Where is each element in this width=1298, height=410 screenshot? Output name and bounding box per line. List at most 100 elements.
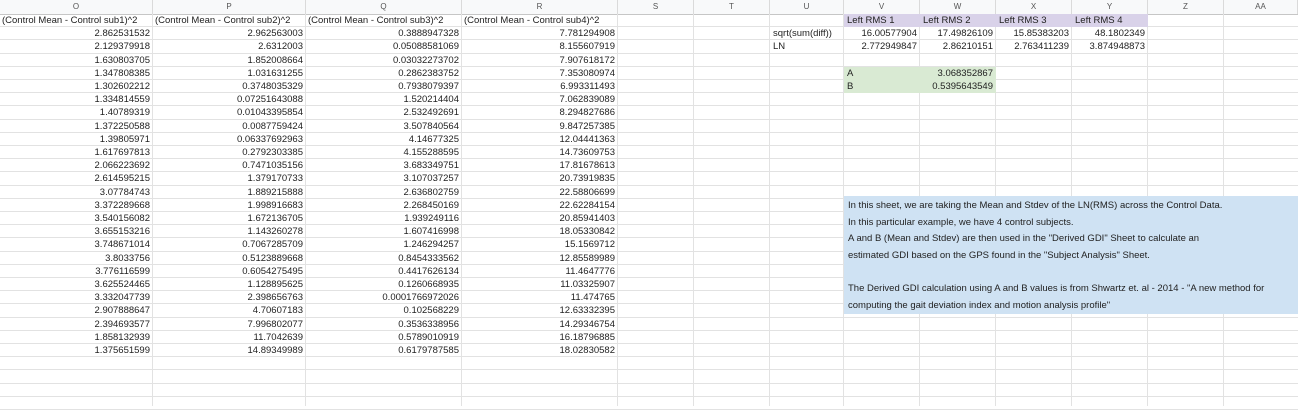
table-cell[interactable]: 3.776116599	[0, 265, 153, 278]
table-cell[interactable]: 2.862531532	[0, 27, 153, 40]
column-header-aa[interactable]: AA	[1224, 0, 1298, 14]
rms-row-label[interactable]: LN	[770, 40, 844, 53]
table-cell[interactable]: 0.7067285709	[153, 238, 306, 251]
table-cell[interactable]: 2.636802759	[306, 186, 462, 199]
table-cell[interactable]: 1.939249116	[306, 212, 462, 225]
a-value-cell[interactable]: 3.068352867	[920, 66, 996, 80]
table-cell[interactable]: 3.540156082	[0, 212, 153, 225]
table-cell[interactable]: 0.0001766972026	[306, 291, 462, 304]
table-cell[interactable]: 0.03032273702	[306, 54, 462, 67]
table-cell[interactable]: 1.39805971	[0, 133, 153, 146]
table-cell[interactable]: 1.302602212	[0, 80, 153, 93]
table-cell[interactable]: 1.143260278	[153, 225, 306, 238]
table-cell[interactable]: 1.617697813	[0, 146, 153, 159]
table-cell[interactable]: 11.4647776	[462, 265, 618, 278]
table-cell[interactable]: 0.06337692963	[153, 133, 306, 146]
table-cell[interactable]: 0.3888947328	[306, 27, 462, 40]
rms-row-label[interactable]: sqrt(sum(diff))	[770, 27, 844, 40]
table-cell[interactable]: 18.02830582	[462, 344, 618, 357]
table-cell[interactable]: 15.1569712	[462, 238, 618, 251]
table-cell[interactable]: 2.268450169	[306, 199, 462, 212]
table-cell[interactable]: 14.89349989	[153, 344, 306, 357]
b-label-cell[interactable]: B	[844, 80, 920, 93]
column-header-o[interactable]: O	[0, 0, 153, 14]
table-cell[interactable]: 1.630803705	[0, 54, 153, 67]
table-cell[interactable]: 7.353080974	[462, 67, 618, 80]
table-cell[interactable]: 18.05330842	[462, 225, 618, 238]
rms-header-cell[interactable]: Left RMS 3	[996, 14, 1072, 27]
table-cell[interactable]: 4.155288595	[306, 146, 462, 159]
rms-value-cell[interactable]: 2.86210151	[920, 40, 996, 53]
table-cell[interactable]: 0.3748035329	[153, 80, 306, 93]
column-header-w[interactable]: W	[920, 0, 996, 14]
table-cell[interactable]: 0.6179787585	[306, 344, 462, 357]
table-cell[interactable]: 3.683349751	[306, 159, 462, 172]
table-cell[interactable]: 11.7042639	[153, 331, 306, 344]
table-cell[interactable]: 2.398656763	[153, 291, 306, 304]
table-cell[interactable]: 14.73609753	[462, 146, 618, 159]
table-cell[interactable]: 3.507840564	[306, 120, 462, 133]
table-cell[interactable]: 3.655153216	[0, 225, 153, 238]
table-cell[interactable]: 2.907888647	[0, 304, 153, 317]
table-cell[interactable]: 1.334814559	[0, 93, 153, 106]
table-cell[interactable]: 1.852008664	[153, 54, 306, 67]
rms-value-cell[interactable]: 2.772949847	[844, 40, 920, 53]
table-cell[interactable]: 12.63332395	[462, 304, 618, 317]
column-header-z[interactable]: Z	[1148, 0, 1224, 14]
table-cell[interactable]: 1.128895625	[153, 278, 306, 291]
table-cell[interactable]: 0.3536338956	[306, 318, 462, 331]
table-cell[interactable]: 0.2792303385	[153, 146, 306, 159]
table-cell[interactable]: 1.375651599	[0, 344, 153, 357]
table-header-cell[interactable]: (Control Mean - Control sub4)^2	[462, 14, 601, 27]
table-cell[interactable]: 7.907618172	[462, 54, 618, 67]
table-cell[interactable]: 4.14677325	[306, 133, 462, 146]
table-cell[interactable]: 2.6312003	[153, 40, 306, 53]
table-cell[interactable]: 1.672136705	[153, 212, 306, 225]
table-cell[interactable]: 2.532492691	[306, 106, 462, 119]
rms-header-cell[interactable]: Left RMS 2	[920, 14, 996, 27]
rms-value-cell[interactable]: 3.874948873	[1072, 40, 1148, 53]
table-cell[interactable]: 11.474765	[462, 291, 618, 304]
table-cell[interactable]: 3.372289668	[0, 199, 153, 212]
column-header-p[interactable]: P	[153, 0, 306, 14]
table-cell[interactable]: 20.73919835	[462, 172, 618, 185]
table-cell[interactable]: 16.18796885	[462, 331, 618, 344]
table-cell[interactable]: 17.81678613	[462, 159, 618, 172]
table-cell[interactable]: 3.8033756	[0, 252, 153, 265]
table-cell[interactable]: 12.85589989	[462, 252, 618, 265]
table-cell[interactable]: 0.5123889668	[153, 252, 306, 265]
rms-value-cell[interactable]: 15.85383203	[996, 27, 1072, 40]
table-cell[interactable]: 9.847257385	[462, 120, 618, 133]
table-cell[interactable]: 0.05088581069	[306, 40, 462, 53]
table-cell[interactable]: 0.0087759424	[153, 120, 306, 133]
column-header-s[interactable]: S	[618, 0, 694, 14]
table-cell[interactable]: 2.614595215	[0, 172, 153, 185]
table-cell[interactable]: 3.07784743	[0, 186, 153, 199]
table-cell[interactable]: 0.07251643088	[153, 93, 306, 106]
table-cell[interactable]: 1.347808385	[0, 67, 153, 80]
table-cell[interactable]: 6.993311493	[462, 80, 618, 93]
table-cell[interactable]: 8.155607919	[462, 40, 618, 53]
table-cell[interactable]: 0.4417626134	[306, 265, 462, 278]
table-cell[interactable]: 1.998916683	[153, 199, 306, 212]
column-header-x[interactable]: X	[996, 0, 1072, 14]
table-header-cell[interactable]: (Control Mean - Control sub1)^2	[0, 14, 139, 27]
table-cell[interactable]: 7.996802077	[153, 318, 306, 331]
table-cell[interactable]: 22.62284154	[462, 199, 618, 212]
column-header-r[interactable]: R	[462, 0, 618, 14]
column-header-y[interactable]: Y	[1072, 0, 1148, 14]
table-cell[interactable]: 0.7471035156	[153, 159, 306, 172]
table-header-cell[interactable]: (Control Mean - Control sub3)^2	[306, 14, 445, 27]
table-cell[interactable]: 7.781294908	[462, 27, 618, 40]
column-header-u[interactable]: U	[770, 0, 844, 14]
table-cell[interactable]: 1.858132939	[0, 331, 153, 344]
a-label-cell[interactable]: A	[844, 66, 920, 80]
table-cell[interactable]: 1.379170733	[153, 172, 306, 185]
table-cell[interactable]: 2.066223692	[0, 159, 153, 172]
table-cell[interactable]: 0.5789010919	[306, 331, 462, 344]
table-cell[interactable]: 8.294827686	[462, 106, 618, 119]
table-cell[interactable]: 22.58806699	[462, 186, 618, 199]
table-cell[interactable]: 3.332047739	[0, 291, 153, 304]
table-cell[interactable]: 0.7938079397	[306, 80, 462, 93]
rms-header-cell[interactable]: Left RMS 1	[844, 14, 920, 27]
